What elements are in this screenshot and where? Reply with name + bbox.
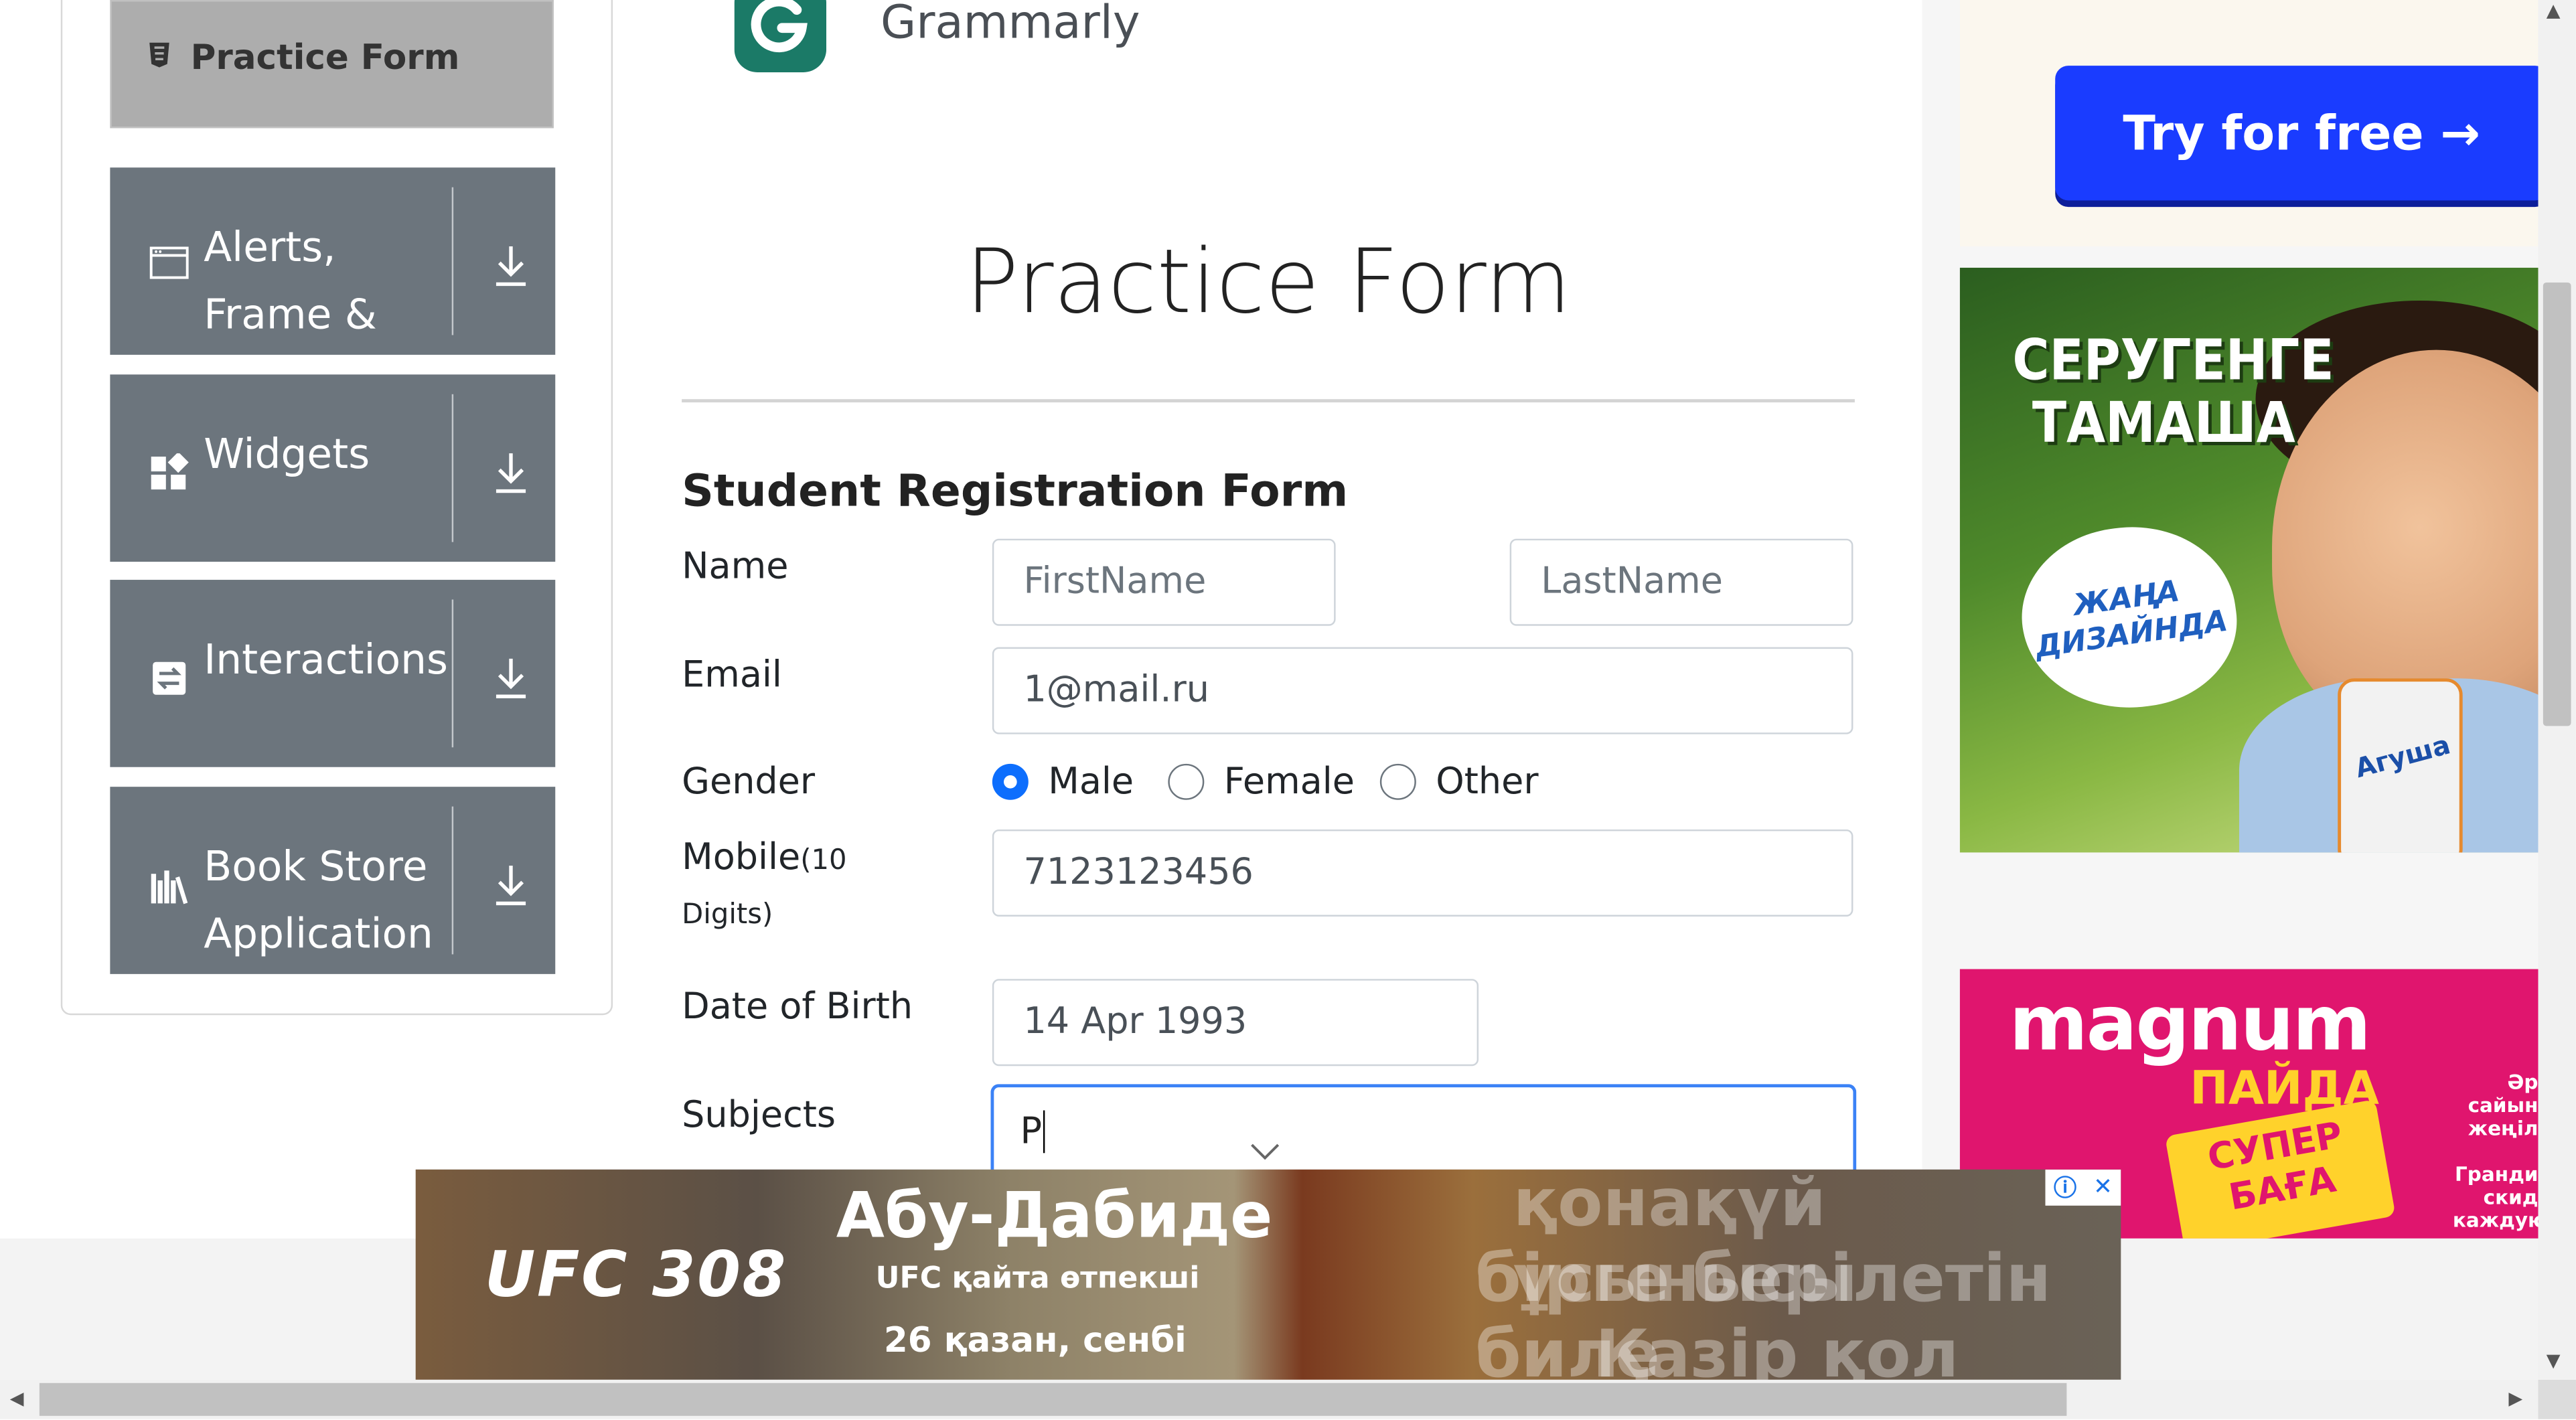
form-title: Student Registration Form [682,466,1349,518]
sidebar-item-book-store[interactable]: Book Store Application [110,787,556,974]
sidebar-item-practice-form[interactable]: Practice Form [110,0,554,129]
sidebar-item-label: Widgets [204,430,370,478]
close-icon[interactable]: ✕ [2093,1174,2113,1200]
sidebar-item-alerts[interactable]: Alerts, Frame & Windows [110,167,556,406]
mobile-input[interactable]: 7123123456 [992,829,1853,917]
gender-female-label[interactable]: Female [1224,762,1355,803]
window-icon [149,246,189,279]
divider [451,806,454,955]
page-title: Practice Form [965,230,1572,334]
divider [682,399,1855,403]
gender-label: Gender [682,762,816,803]
subjects-label: Subjects [682,1095,836,1137]
grammarly-logo-icon [734,0,827,72]
sidebar-item-label: Interactions [204,635,448,684]
mobile-label: Mobile(10 [682,838,847,879]
gender-other-label[interactable]: Other [1436,762,1538,803]
interactions-icon [153,661,186,695]
dob-label: Date of Birth [682,987,913,1028]
ad-date: 26 қазан, сенбі [883,1320,1187,1360]
ad-side-text: Гранди скид каждую [2452,1163,2539,1233]
scroll-left-arrow[interactable]: ◀ [10,1388,24,1409]
download-icon[interactable] [491,240,531,289]
widgets-icon [151,453,189,490]
ad-brand: magnum [2009,979,2372,1068]
email-input[interactable]: 1@mail.ru [992,647,1853,734]
name-label: Name [682,546,789,588]
gender-male-radio[interactable] [992,763,1029,800]
email-label: Email [682,655,782,697]
ad-badge: ЖАҢА ДИЗАЙНДА [2010,513,2248,722]
vertical-scrollbar-thumb[interactable] [2543,282,2571,726]
download-icon[interactable] [491,859,531,909]
scroll-up-arrow[interactable]: ▲ [2547,0,2561,21]
chevron-down-icon[interactable] [1249,1141,1282,1161]
date-of-birth-input[interactable]: 14 Apr 1993 [992,979,1479,1067]
info-icon[interactable]: ⓘ [2054,1171,2076,1204]
html5-icon [149,42,169,68]
text-cursor [1043,1110,1046,1154]
sidebar-item-label: Book Store Application [204,842,433,958]
ad-subtitle: UFC қайта өтпекші [875,1261,1200,1296]
ad-headline: СЕРУГЕНГЕ ТАМАША [2012,328,2334,457]
ad-side-text: Әр сайын жеңіл [2468,1071,2539,1140]
mobile-hint-digits: Digits) [682,898,773,932]
first-name-input[interactable]: FirstName [992,538,1336,626]
product-image: Агуша [2338,678,2463,853]
mobile-hint: (10 [800,844,847,878]
ad-choices-badge[interactable]: ⓘ ✕ [2045,1169,2121,1206]
price-tag: СУПЕР БАҒА [2164,1099,2396,1239]
ad-headline: Абу-Дабиде [836,1179,1273,1252]
scroll-right-arrow[interactable]: ▶ [2508,1388,2522,1409]
scroll-down-arrow[interactable]: ▼ [2547,1350,2561,1372]
sidebar-item-widgets[interactable]: Widgets [110,374,556,562]
ufc-logo: UFC 308 [484,1238,787,1311]
divider [451,394,454,542]
divider [451,187,454,335]
gender-female-radio[interactable] [1168,763,1205,800]
gender-male-label[interactable]: Male [1048,762,1134,803]
book-icon [151,870,188,904]
try-for-free-button[interactable]: Try for free → [2055,66,2549,201]
gender-other-radio[interactable] [1379,763,1416,800]
divider [451,599,454,748]
ufc-ad-banner[interactable]: UFC 308 Абу-Дабиде UFC қайта өтпекші 26 … [415,1169,2121,1380]
subjects-value: P [1020,1111,1043,1153]
subjects-input[interactable]: P [990,1084,1857,1176]
download-icon[interactable] [491,652,531,702]
horizontal-scrollbar-thumb[interactable] [39,1383,2067,1416]
scrollbar-corner [2538,1379,2576,1419]
grammarly-brand: Grammarly [881,0,1140,50]
last-name-input[interactable]: LastName [1509,538,1853,626]
download-icon[interactable] [491,447,531,496]
sidebar-item-interactions[interactable]: Interactions [110,580,556,767]
agusha-ad[interactable]: Агуша СЕРУГЕНГЕ ТАМАША ЖАҢА ДИЗАЙНДА [1959,267,2539,853]
sidebar-item-label: Practice Form [190,37,460,78]
ad-text: Қазір қол жетімд [1595,1317,1959,1380]
